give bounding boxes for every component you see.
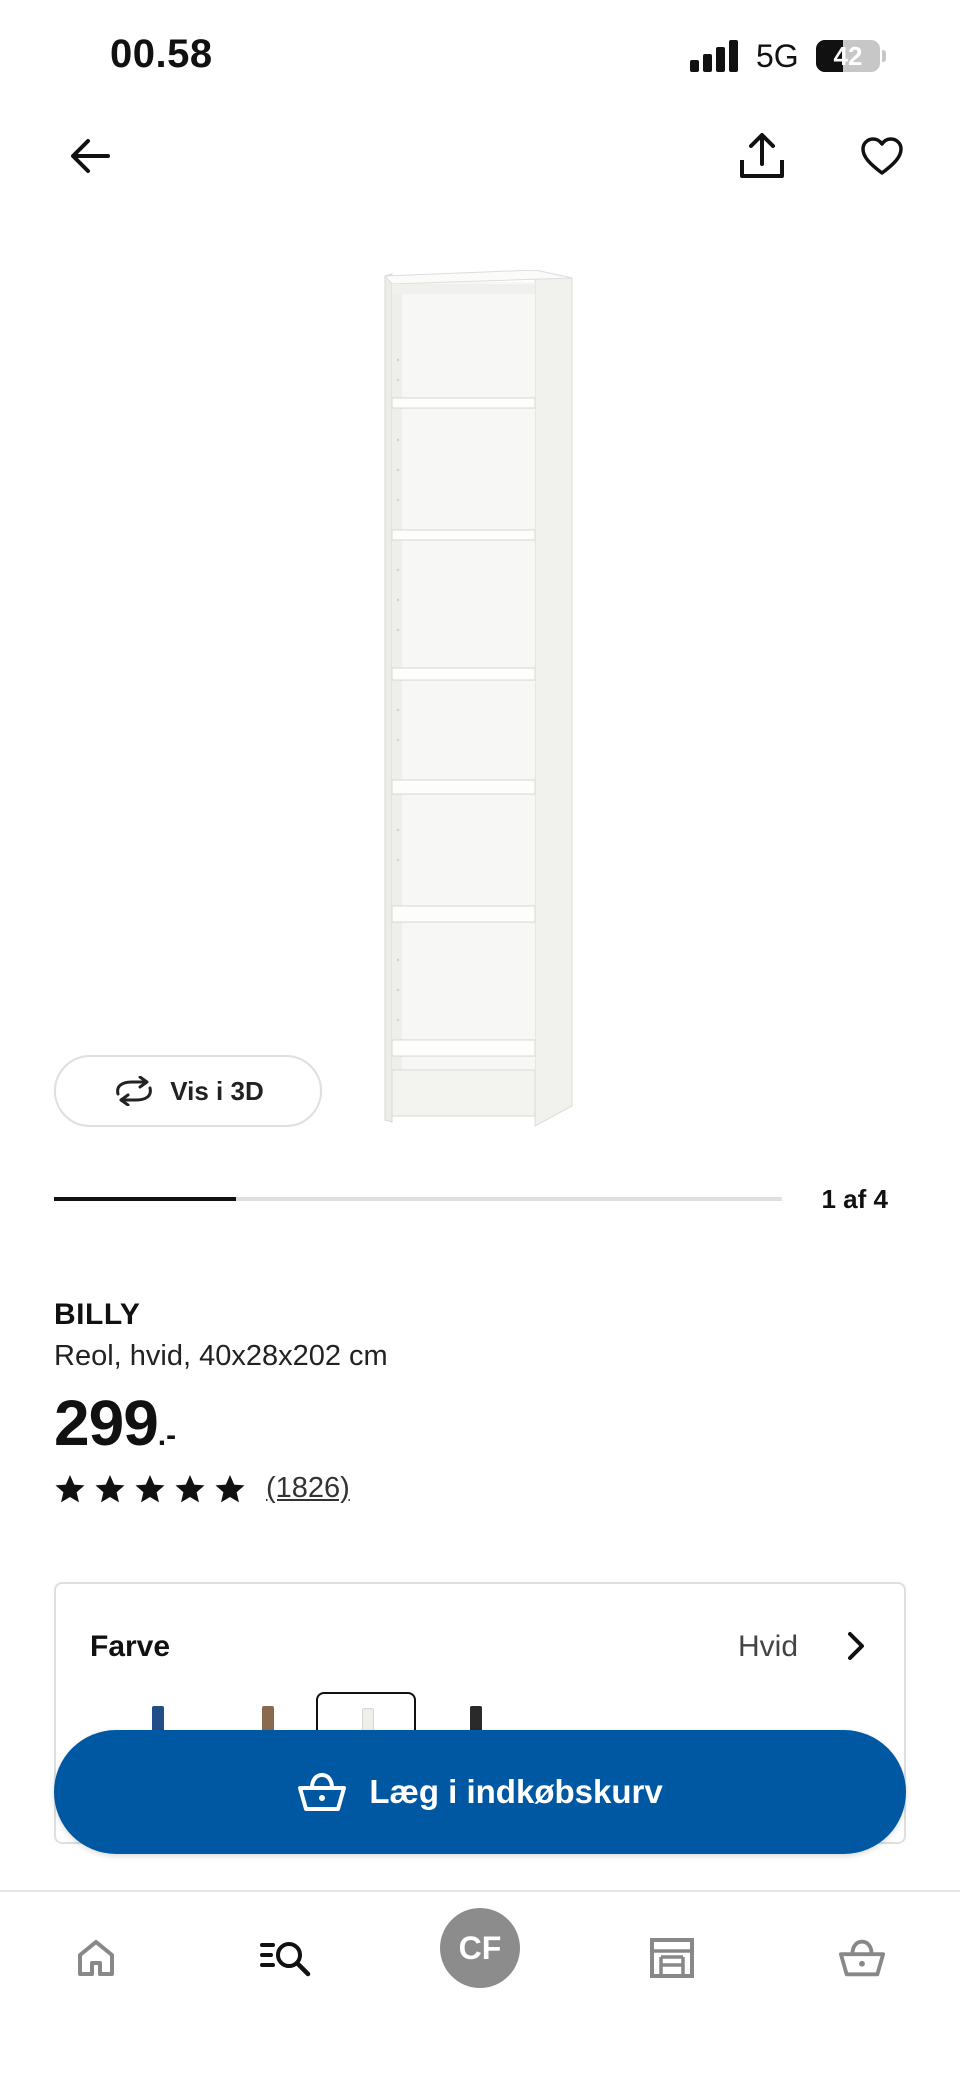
add-to-cart-label: Læg i indkøbskurv (369, 1773, 663, 1810)
avatar-initials: CF (458, 1929, 502, 1966)
star-icon (135, 1474, 165, 1502)
arrow-left-icon (71, 139, 110, 173)
favorite-button[interactable] (850, 124, 914, 188)
price-suffix: .- (157, 1419, 177, 1452)
gallery-counter: 1 af 4 (821, 1184, 889, 1214)
rating-stars (54, 1473, 246, 1505)
gallery-progress-fill (54, 1197, 236, 1201)
add-to-cart-button[interactable]: Læg i indkøbskurv (54, 1730, 906, 1854)
price-value: 299 (54, 1387, 159, 1459)
gallery-progress (54, 1197, 782, 1201)
profile-avatar[interactable]: CF (440, 1908, 520, 1988)
battery-tip (882, 50, 886, 62)
share-icon (740, 133, 784, 178)
product-image-bookcase (383, 270, 573, 1127)
basket-icon (298, 1772, 347, 1811)
star-icon (55, 1474, 85, 1502)
battery-level: 42 (833, 41, 863, 71)
color-label: Farve (90, 1630, 171, 1663)
battery-icon: 42 (816, 40, 880, 72)
view-in-3d-button[interactable]: Vis i 3D (54, 1055, 322, 1127)
back-button[interactable] (62, 128, 118, 184)
share-button[interactable] (730, 124, 794, 188)
product-rating[interactable]: (1826) (54, 1472, 350, 1505)
product-description: Reol, hvid, 40x28x202 cm (54, 1340, 388, 1372)
home-icon (78, 1940, 114, 1976)
star-icon (95, 1474, 125, 1502)
view-in-3d-label: Vis i 3D (170, 1075, 264, 1106)
nav-basket[interactable] (822, 1918, 902, 1998)
product-name: BILLY (54, 1298, 141, 1331)
basket-icon (838, 1939, 886, 1977)
heart-icon (861, 137, 903, 175)
star-icon (215, 1474, 245, 1502)
status-bar: 00.58 5G 42 (0, 0, 960, 110)
search-list-icon (260, 1942, 311, 1977)
network-type: 5G (756, 38, 799, 74)
store-icon (650, 1938, 694, 1978)
chevron-right-icon (848, 1632, 864, 1660)
nav-home[interactable] (56, 1918, 136, 1998)
star-icon (175, 1474, 205, 1502)
bottom-navigation: CF (0, 1890, 960, 2077)
rotate-3d-icon (116, 1076, 153, 1106)
review-count-link[interactable]: (1826) (266, 1472, 350, 1505)
product-gallery[interactable]: Vis i 3D (0, 230, 960, 1150)
product-price: 299.- (54, 1386, 176, 1460)
status-time: 00.58 (110, 32, 213, 76)
nav-search[interactable] (246, 1918, 326, 1998)
color-value: Hvid (737, 1630, 798, 1663)
nav-stores[interactable] (632, 1918, 712, 1998)
signal-icon (690, 40, 740, 72)
